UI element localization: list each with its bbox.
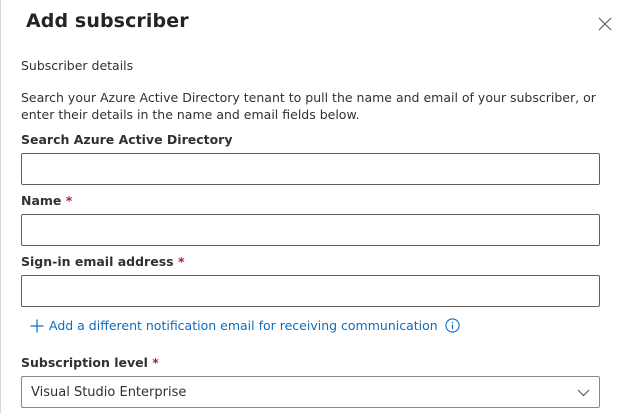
subscription-level-label: Subscription level * [21, 355, 159, 370]
add-notification-email-link[interactable]: Add a different notification email for r… [30, 318, 438, 333]
email-input[interactable] [21, 275, 600, 307]
subscription-level-dropdown[interactable]: Visual Studio Enterprise [21, 376, 600, 408]
close-icon [598, 17, 612, 31]
subscription-level-label-text: Subscription level [21, 355, 148, 370]
search-aad-input[interactable] [21, 153, 600, 185]
name-label-text: Name [21, 193, 62, 208]
subscription-level-selected: Visual Studio Enterprise [31, 384, 187, 400]
plus-icon [30, 319, 44, 333]
add-subscriber-panel: Add subscriber Subscriber details Search… [0, 0, 619, 413]
section-label: Subscriber details [21, 58, 134, 73]
search-aad-label: Search Azure Active Directory [21, 132, 233, 147]
name-input[interactable] [21, 214, 600, 246]
required-marker: * [152, 355, 159, 370]
name-label: Name * [21, 193, 72, 208]
required-marker: * [177, 254, 185, 269]
search-aad-label-text: Search Azure Active Directory [21, 132, 233, 147]
email-label-text: Sign-in email address [21, 254, 174, 269]
panel-title: Add subscriber [26, 10, 189, 32]
close-button[interactable] [594, 13, 616, 35]
chevron-down-icon [577, 389, 590, 397]
info-icon[interactable] [445, 318, 460, 333]
required-marker: * [65, 193, 73, 208]
add-notification-email-label: Add a different notification email for r… [49, 318, 438, 333]
email-label: Sign-in email address * [21, 254, 184, 269]
description-text: Search your Azure Active Directory tenan… [21, 90, 596, 122]
